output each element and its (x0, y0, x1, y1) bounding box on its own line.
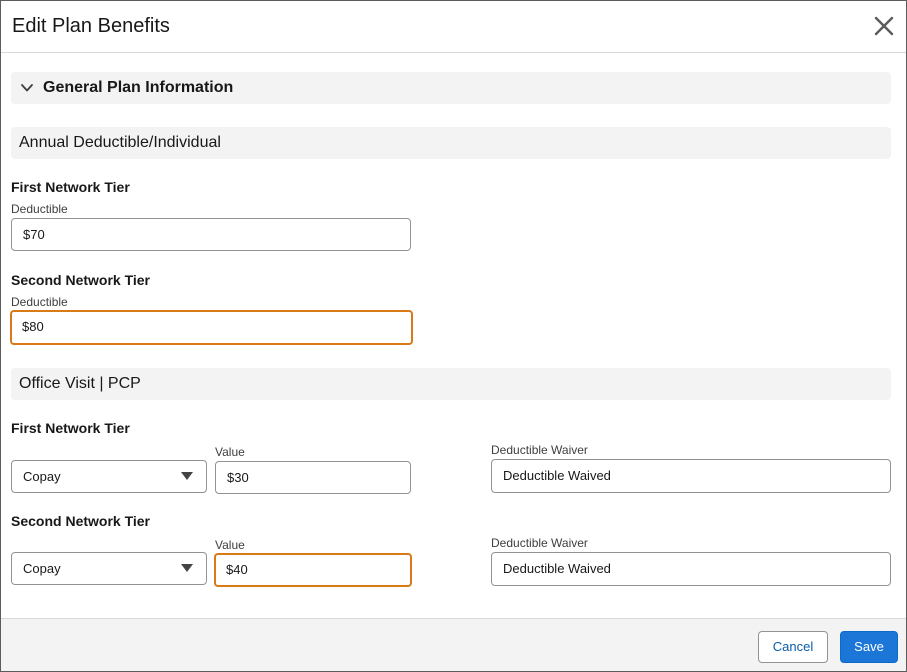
subsection-label: Annual Deductible/Individual (19, 134, 221, 151)
tier-title: Second Network Tier (11, 272, 151, 288)
deductible-waiver-label: Deductible Waiver (491, 536, 588, 550)
first-tier-type-select[interactable]: Copay (11, 460, 207, 493)
first-tier-deductible-input[interactable]: $70 (11, 218, 411, 251)
edit-plan-benefits-modal: Edit Plan Benefits General Plan Informat… (0, 0, 907, 672)
second-tier-type-select[interactable]: Copay (11, 552, 207, 585)
cancel-button[interactable]: Cancel (758, 631, 828, 663)
general-plan-information-section[interactable]: General Plan Information (11, 72, 891, 104)
first-tier-deductible-waiver-field[interactable]: Deductible Waived (491, 459, 891, 493)
caret-down-icon (181, 564, 193, 572)
modal-footer: Cancel Save (1, 618, 906, 671)
caret-down-icon (181, 472, 193, 480)
modal-header: Edit Plan Benefits (1, 1, 906, 53)
tier-title: First Network Tier (11, 420, 130, 436)
deductible-label: Deductible (11, 202, 68, 216)
tier-title: Second Network Tier (11, 513, 151, 529)
first-tier-value-input[interactable]: $30 (215, 461, 411, 494)
second-tier-deductible-input[interactable]: $80 (10, 310, 413, 345)
select-value: Copay (23, 561, 61, 576)
annual-deductible-header: Annual Deductible/Individual (11, 127, 891, 159)
deductible-waiver-label: Deductible Waiver (491, 443, 588, 457)
save-button[interactable]: Save (840, 631, 898, 663)
deductible-label: Deductible (11, 295, 68, 309)
close-icon[interactable] (873, 15, 895, 37)
tier-title: First Network Tier (11, 179, 130, 195)
value-label: Value (215, 445, 245, 459)
second-tier-deductible-waiver-field[interactable]: Deductible Waived (491, 552, 891, 586)
value-label: Value (215, 538, 245, 552)
subsection-label: Office Visit | PCP (19, 375, 141, 392)
second-tier-value-input[interactable]: $40 (214, 553, 412, 587)
select-value: Copay (23, 469, 61, 484)
modal-title: Edit Plan Benefits (12, 15, 170, 37)
office-visit-header: Office Visit | PCP (11, 368, 891, 400)
chevron-down-icon (20, 81, 34, 100)
section-label: General Plan Information (43, 79, 234, 96)
